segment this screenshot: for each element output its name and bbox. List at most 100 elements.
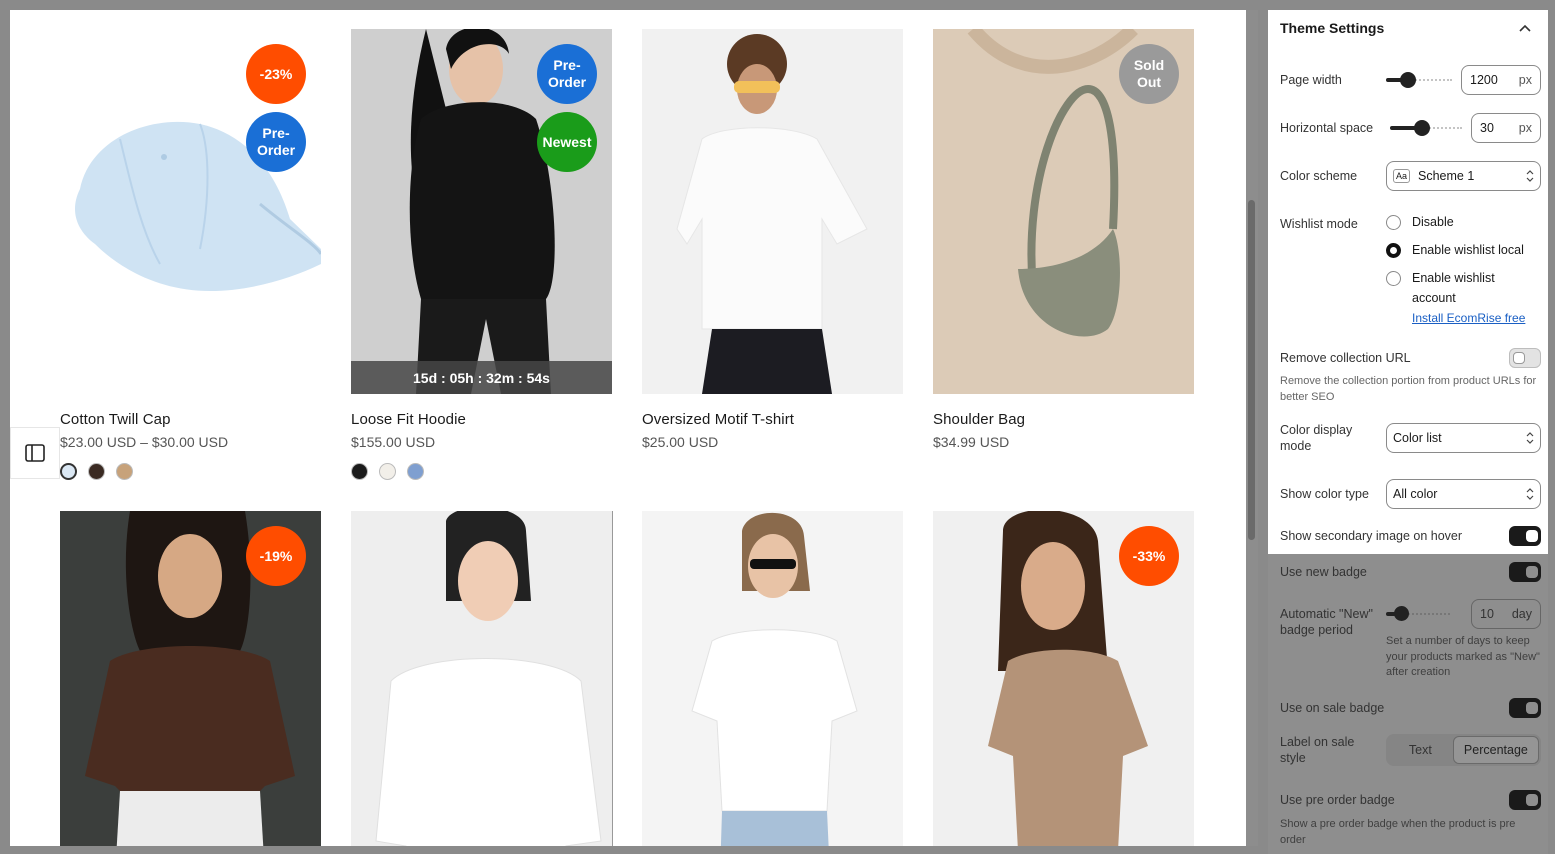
page-width-input[interactable]: 1200 px xyxy=(1461,65,1541,95)
radio-enable-local[interactable] xyxy=(1386,243,1401,258)
color-swatch[interactable] xyxy=(407,463,424,480)
product-card[interactable] xyxy=(642,511,903,846)
countdown-timer: 15d : 05h : 32m : 54s xyxy=(351,361,612,394)
chevron-updown-icon xyxy=(1526,488,1534,500)
product-card[interactable]: Oversized Motif T-shirt $25.00 USD xyxy=(642,29,903,450)
color-scheme-value: Scheme 1 xyxy=(1418,169,1475,183)
color-display-mode-select[interactable]: Color list xyxy=(1386,423,1541,453)
color-swatch[interactable] xyxy=(379,463,396,480)
color-swatch[interactable] xyxy=(116,463,133,480)
product-image[interactable] xyxy=(642,29,903,394)
soldout-badge: Sold Out xyxy=(1119,44,1179,104)
product-image[interactable]: Pre- Order Newest 15d : 05h : 32m : 54s xyxy=(351,29,612,394)
chevron-updown-icon xyxy=(1526,432,1534,444)
tshirt-image xyxy=(676,34,868,394)
sale-badge-label: Use on sale badge xyxy=(1280,701,1385,715)
secondary-image-toggle[interactable] xyxy=(1509,526,1541,546)
radio-disable[interactable] xyxy=(1386,215,1401,230)
preorder-badge-toggle[interactable] xyxy=(1509,790,1541,810)
chevron-up-icon[interactable] xyxy=(1519,23,1531,33)
product-title[interactable]: Shoulder Bag xyxy=(933,411,1194,428)
product-price: $23.00 USD – $30.00 USD xyxy=(60,434,229,450)
horizontal-space-label: Horizontal space xyxy=(1280,121,1374,135)
product-title[interactable]: Loose Fit Hoodie xyxy=(351,411,612,428)
radio-label[interactable]: Enable wishlist account xyxy=(1412,268,1522,308)
product-image[interactable]: -33% xyxy=(933,511,1194,846)
product-image[interactable] xyxy=(642,511,903,846)
product-card[interactable] xyxy=(351,511,613,846)
page-width-slider[interactable] xyxy=(1386,72,1452,88)
product-image[interactable]: -23% Pre- Order xyxy=(60,29,321,394)
color-swatch[interactable] xyxy=(88,463,105,480)
secondary-image-label: Show secondary image on hover xyxy=(1280,529,1463,543)
new-badge-period-input[interactable]: 10 day xyxy=(1471,599,1541,629)
product-title[interactable]: Cotton Twill Cap xyxy=(60,411,321,428)
sale-style-label: Label on sale style xyxy=(1280,735,1355,765)
sale-style-percentage-option[interactable]: Percentage xyxy=(1452,736,1539,764)
chevron-updown-icon xyxy=(1526,170,1534,182)
preview-scrollbar[interactable] xyxy=(1246,10,1258,846)
sale-style-segmented[interactable]: Text Percentage xyxy=(1386,734,1541,766)
slider-handle[interactable] xyxy=(1414,120,1430,136)
new-badge-period-value[interactable]: 10 xyxy=(1480,607,1494,621)
install-ecomrise-link[interactable]: Install EcomRise free xyxy=(1412,311,1525,325)
horizontal-space-slider[interactable] xyxy=(1390,120,1462,136)
sale-badge: -23% xyxy=(246,44,306,104)
color-swatch[interactable] xyxy=(351,463,368,480)
product-card[interactable]: Pre- Order Newest 15d : 05h : 32m : 54s … xyxy=(351,29,612,480)
color-scheme-select[interactable]: Aa Scheme 1 xyxy=(1386,161,1541,191)
unit-label: px xyxy=(1518,73,1532,87)
new-badge-period-help: Set a number of days to keep your produc… xyxy=(1386,635,1540,678)
product-image[interactable]: -19% xyxy=(60,511,321,846)
sale-style-text-option[interactable]: Text xyxy=(1388,743,1453,757)
sidebar-icon xyxy=(25,444,45,462)
product-price: $155.00 USD xyxy=(351,434,436,450)
new-badge: Newest xyxy=(537,112,597,172)
product-title[interactable]: Oversized Motif T-shirt xyxy=(642,411,903,428)
color-swatches xyxy=(60,463,321,480)
color-swatches xyxy=(351,463,612,480)
color-swatch[interactable] xyxy=(60,463,77,480)
product-card[interactable]: Sold Out Shoulder Bag $34.99 USD xyxy=(933,29,1194,450)
panel-title: Theme Settings xyxy=(1280,20,1385,36)
product-card[interactable]: -23% Pre- Order Cotton Twill Cap $23.00 … xyxy=(60,29,321,480)
page-width-label: Page width xyxy=(1280,73,1342,87)
product-card[interactable]: -19% xyxy=(60,511,321,846)
radio-label[interactable]: Enable wishlist local xyxy=(1412,240,1524,260)
color-scheme-label: Color scheme xyxy=(1280,169,1358,183)
slider-handle[interactable] xyxy=(1394,606,1409,621)
radio-label[interactable]: Disable xyxy=(1412,212,1454,232)
scrollbar-thumb[interactable] xyxy=(1248,200,1255,540)
product-image[interactable] xyxy=(351,511,613,846)
remove-collection-url-toggle[interactable] xyxy=(1509,348,1541,368)
new-badge-toggle[interactable] xyxy=(1509,562,1541,582)
storefront-preview: -23% Pre- Order Cotton Twill Cap $23.00 … xyxy=(10,10,1246,846)
unit-label: day xyxy=(1511,607,1532,621)
show-color-type-value: All color xyxy=(1393,487,1438,501)
new-badge-label: Use new badge xyxy=(1280,565,1367,579)
sale-badge-toggle[interactable] xyxy=(1509,698,1541,718)
product-image[interactable]: Sold Out xyxy=(933,29,1194,394)
sidebar-toggle-button[interactable] xyxy=(10,427,60,479)
preorder-badge: Pre- Order xyxy=(537,44,597,104)
theme-settings-panel: Theme Settings Page width 1200 px Horizo… xyxy=(1268,10,1548,554)
radio-enable-account[interactable] xyxy=(1386,271,1401,286)
sale-badge: -19% xyxy=(246,526,306,586)
unit-label: px xyxy=(1518,121,1532,135)
white-tee-2-image xyxy=(691,512,858,846)
preorder-badge-help: Show a pre order badge when the product … xyxy=(1280,818,1516,846)
product-card[interactable]: -33% xyxy=(933,511,1194,846)
slider-handle[interactable] xyxy=(1400,72,1416,88)
remove-collection-url-help: Remove the collection portion from produ… xyxy=(1280,375,1537,403)
show-color-type-select[interactable]: All color xyxy=(1386,479,1541,509)
horizontal-space-input[interactable]: 30 px xyxy=(1471,113,1541,143)
sale-badge: -33% xyxy=(1119,526,1179,586)
horizontal-space-value[interactable]: 30 xyxy=(1480,121,1494,135)
scheme-swatch-icon: Aa xyxy=(1393,169,1411,183)
page-width-value[interactable]: 1200 xyxy=(1470,73,1498,87)
wishlist-mode-label: Wishlist mode xyxy=(1280,217,1358,231)
white-tee-image xyxy=(375,511,602,846)
preorder-badge: Pre- Order xyxy=(246,112,306,172)
new-badge-period-slider[interactable] xyxy=(1386,606,1450,621)
color-display-mode-value: Color list xyxy=(1393,431,1442,445)
